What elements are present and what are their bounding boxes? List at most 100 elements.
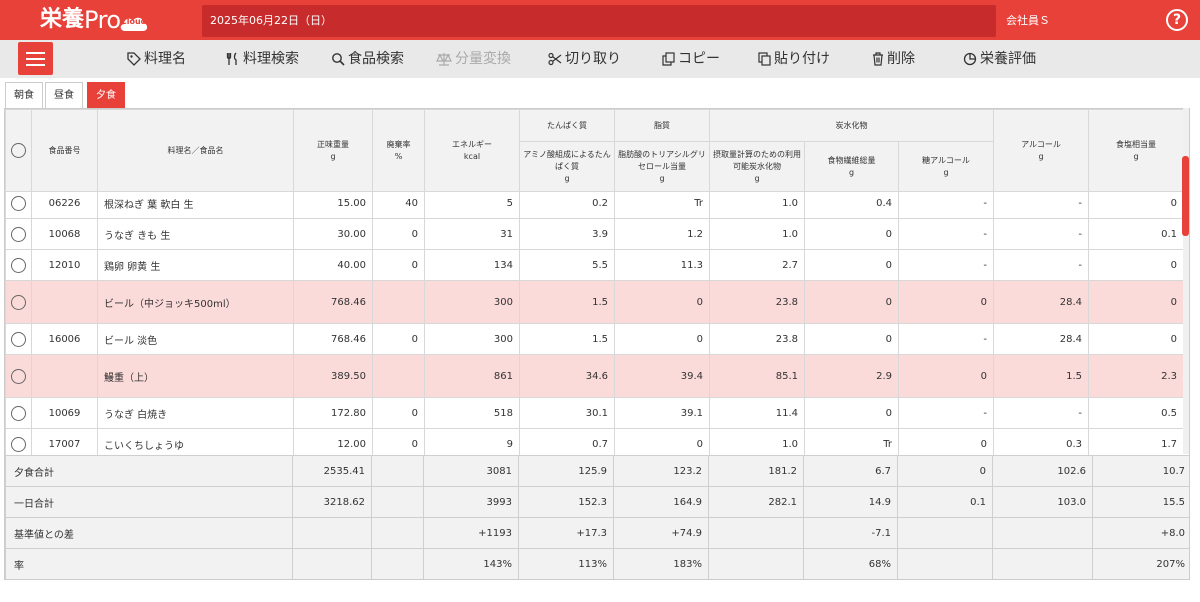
dish-row[interactable]: 鰻重（上） 389.50 861 34.6 39.4 85.1 2.9 0 1.5 2.3 bbox=[5, 354, 1183, 398]
user-name[interactable]: 会社員Ｓ bbox=[1006, 12, 1050, 28]
cell-carb[interactable]: 1.0 bbox=[709, 218, 805, 250]
cell-fat[interactable]: Tr bbox=[614, 191, 710, 219]
cell-salt[interactable]: 1.7 bbox=[1088, 428, 1183, 455]
cell-alcohol[interactable]: 28.4 bbox=[993, 323, 1089, 355]
menu-button[interactable] bbox=[18, 42, 53, 75]
amount-convert-button[interactable]: 分量変換 bbox=[436, 40, 511, 78]
row-select-radio[interactable] bbox=[11, 257, 26, 273]
dish-search-button[interactable]: 料理検索 bbox=[226, 40, 299, 78]
cell-protein[interactable]: 1.5 bbox=[519, 280, 615, 324]
row-select-radio[interactable] bbox=[11, 436, 26, 452]
row-select-radio[interactable] bbox=[11, 368, 26, 384]
cell-net[interactable]: 12.00 bbox=[293, 428, 373, 455]
cell-name[interactable]: 根深ねぎ 葉 軟白 生 bbox=[97, 191, 294, 219]
cell-sugar-alc[interactable]: - bbox=[898, 218, 994, 250]
cell-waste[interactable]: 0 bbox=[372, 397, 425, 429]
cell-energy[interactable]: 9 bbox=[424, 428, 520, 455]
select-all-radio[interactable] bbox=[11, 143, 26, 158]
row-select-radio[interactable] bbox=[11, 294, 26, 310]
cell-energy[interactable]: 31 bbox=[424, 218, 520, 250]
cell-fat[interactable]: 0 bbox=[614, 280, 710, 324]
help-button[interactable]: ? bbox=[1166, 9, 1188, 31]
cell-carb[interactable]: 23.8 bbox=[709, 323, 805, 355]
cell-protein[interactable]: 0.7 bbox=[519, 428, 615, 455]
cell-waste[interactable]: 0 bbox=[372, 249, 425, 281]
cell-fiber[interactable]: 2.9 bbox=[804, 354, 899, 398]
cell-fat[interactable]: 0 bbox=[614, 428, 710, 455]
cell-fiber[interactable]: 0 bbox=[804, 249, 899, 281]
cell-name[interactable]: うなぎ 白焼き bbox=[97, 397, 294, 429]
cell-code[interactable]: 10069 bbox=[31, 397, 98, 429]
cell-fiber[interactable]: 0 bbox=[804, 280, 899, 324]
cell-waste[interactable]: 0 bbox=[372, 218, 425, 250]
cell-waste[interactable]: 40 bbox=[372, 191, 425, 219]
tab-breakfast[interactable]: 朝食 bbox=[5, 82, 43, 108]
tab-dinner[interactable]: 夕食 bbox=[87, 82, 125, 108]
cell-protein[interactable]: 0.2 bbox=[519, 191, 615, 219]
cell-fat[interactable]: 11.3 bbox=[614, 249, 710, 281]
cell-sugar-alc[interactable]: - bbox=[898, 191, 994, 219]
cell-fat[interactable]: 39.1 bbox=[614, 397, 710, 429]
cell-sugar-alc[interactable]: 0 bbox=[898, 280, 994, 324]
cell-energy[interactable]: 5 bbox=[424, 191, 520, 219]
table-row[interactable]: 17007 こいくちしょうゆ 12.00 0 9 0.7 0 1.0 Tr 0 0.3 1.7 bbox=[5, 428, 1183, 455]
cell-protein[interactable]: 34.6 bbox=[519, 354, 615, 398]
delete-button[interactable]: 削除 bbox=[872, 40, 915, 78]
cell-salt[interactable]: 0 bbox=[1088, 249, 1183, 281]
cell-fat[interactable]: 0 bbox=[614, 323, 710, 355]
tab-lunch[interactable]: 昼食 bbox=[45, 82, 83, 108]
cell-protein[interactable]: 30.1 bbox=[519, 397, 615, 429]
cell-carb[interactable]: 11.4 bbox=[709, 397, 805, 429]
cell-fiber[interactable]: 0 bbox=[804, 397, 899, 429]
table-row[interactable]: 16006 ビール 淡色 768.46 0 300 1.5 0 23.8 0-28.4 0 bbox=[5, 323, 1183, 355]
table-row[interactable]: 10069 うなぎ 白焼き 172.80 0 518 30.1 39.1 11.4 0- -0.5 bbox=[5, 397, 1183, 429]
cell-name[interactable]: ビール 淡色 bbox=[97, 323, 294, 355]
cell-salt[interactable]: 0 bbox=[1088, 191, 1183, 219]
cell-net[interactable]: 389.50 bbox=[293, 354, 373, 398]
cell-salt[interactable]: 0.1 bbox=[1088, 218, 1183, 250]
cell-waste[interactable]: 0 bbox=[372, 323, 425, 355]
cell-name[interactable]: こいくちしょうゆ bbox=[97, 428, 294, 455]
cell-energy[interactable]: 134 bbox=[424, 249, 520, 281]
cell-alcohol[interactable]: - bbox=[993, 191, 1089, 219]
food-search-button[interactable]: 食品検索 bbox=[331, 40, 404, 78]
cell-net[interactable]: 40.00 bbox=[293, 249, 373, 281]
cell-alcohol[interactable]: - bbox=[993, 397, 1089, 429]
nutrition-eval-button[interactable]: 栄養評価 bbox=[963, 40, 1036, 78]
cell-salt[interactable]: 0 bbox=[1088, 323, 1183, 355]
cell-alcohol[interactable]: 1.5 bbox=[993, 354, 1089, 398]
row-select-radio[interactable] bbox=[11, 331, 26, 347]
cell-alcohol[interactable]: 0.3 bbox=[993, 428, 1089, 455]
cell-sugar-alc[interactable]: - bbox=[898, 249, 994, 281]
cell-alcohol[interactable]: 28.4 bbox=[993, 280, 1089, 324]
cell-salt[interactable]: 0 bbox=[1088, 280, 1183, 324]
cell-waste[interactable] bbox=[372, 280, 425, 324]
cell-carb[interactable]: 1.0 bbox=[709, 428, 805, 455]
cell-fat[interactable]: 1.2 bbox=[614, 218, 710, 250]
scrollbar-thumb[interactable] bbox=[1182, 156, 1189, 236]
cell-waste[interactable]: 0 bbox=[372, 428, 425, 455]
paste-button[interactable]: 貼り付け bbox=[758, 40, 830, 78]
cell-sugar-alc[interactable]: 0 bbox=[898, 428, 994, 455]
row-select-radio[interactable] bbox=[11, 405, 26, 421]
date-selector[interactable]: 2025年06月22日（日） bbox=[202, 5, 996, 37]
cell-net[interactable]: 768.46 bbox=[293, 280, 373, 324]
table-row[interactable]: 12010 鶏卵 卵黄 生 40.00 0 134 5.5 11.3 2.7 0- -0 bbox=[5, 249, 1183, 281]
cell-code[interactable]: 10068 bbox=[31, 218, 98, 250]
cell-net[interactable]: 172.80 bbox=[293, 397, 373, 429]
cell-net[interactable]: 30.00 bbox=[293, 218, 373, 250]
table-body-scroll[interactable]: 06226 根深ねぎ 葉 軟白 生 15.00 40 5 0.2 Tr 1.0 0.4- -0 10… bbox=[5, 191, 1183, 455]
cell-carb[interactable]: 2.7 bbox=[709, 249, 805, 281]
cell-protein[interactable]: 3.9 bbox=[519, 218, 615, 250]
cell-fiber[interactable]: 0 bbox=[804, 218, 899, 250]
cell-name[interactable]: 鶏卵 卵黄 生 bbox=[97, 249, 294, 281]
cell-name[interactable]: うなぎ きも 生 bbox=[97, 218, 294, 250]
dish-row[interactable]: ビール（中ジョッキ500ml） 768.46 300 1.5 0 23.8 0 0 28.4 0 bbox=[5, 280, 1183, 324]
cell-code[interactable]: 16006 bbox=[31, 323, 98, 355]
cell-net[interactable]: 768.46 bbox=[293, 323, 373, 355]
cell-carb[interactable]: 23.8 bbox=[709, 280, 805, 324]
cell-alcohol[interactable]: - bbox=[993, 249, 1089, 281]
cell-name[interactable]: ビール（中ジョッキ500ml） bbox=[97, 280, 294, 324]
cell-sugar-alc[interactable]: - bbox=[898, 397, 994, 429]
cell-energy[interactable]: 518 bbox=[424, 397, 520, 429]
